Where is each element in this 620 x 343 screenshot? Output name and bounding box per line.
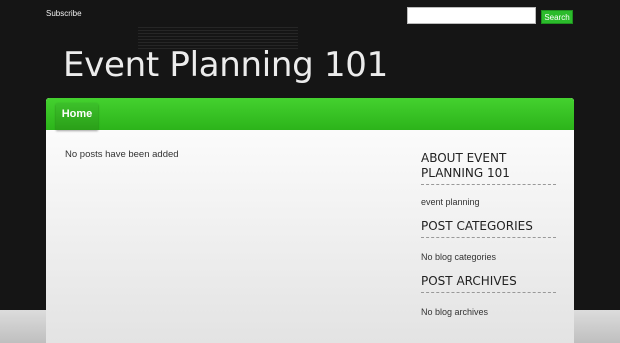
sidebar-categories-text: No blog categories <box>421 252 497 262</box>
sidebar-about-text: event planning <box>421 197 480 207</box>
subscribe-link[interactable]: Subscribe <box>46 9 82 18</box>
sidebar-archives-text: No blog archives <box>421 307 489 317</box>
nav-item-home[interactable]: Home <box>56 103 98 130</box>
search-button[interactable]: Search <box>541 10 573 24</box>
main-panel: Home No posts have been added ABOUT EVEN… <box>46 98 574 343</box>
search-input[interactable] <box>407 7 536 24</box>
site-title[interactable]: Event Planning 101 <box>63 45 388 85</box>
sidebar-heading-archives: POST ARCHIVES <box>421 274 556 293</box>
sidebar-heading-about: ABOUT EVENT PLANNING 101 <box>421 151 556 185</box>
nav-bar: Home <box>46 98 574 130</box>
empty-posts-message: No posts have been added <box>65 149 179 160</box>
sidebar-heading-categories: POST CATEGORIES <box>421 219 556 238</box>
